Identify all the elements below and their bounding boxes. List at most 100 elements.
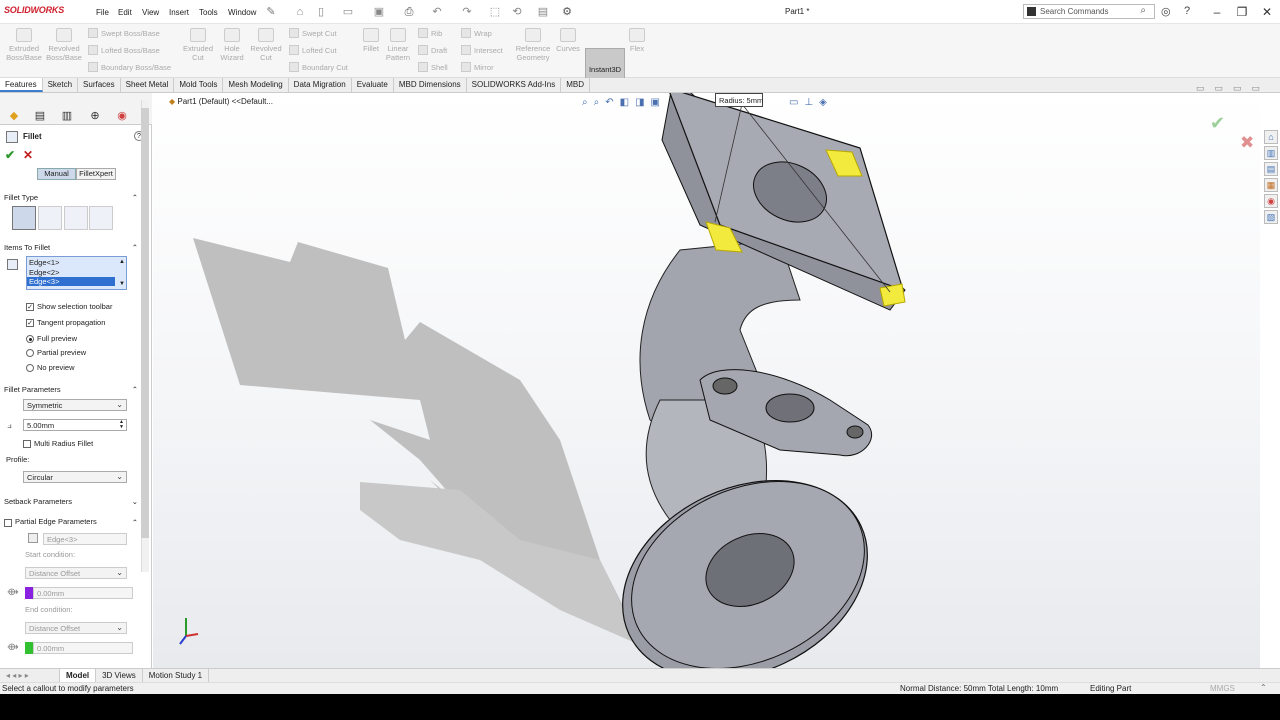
ok-checkmark-icon[interactable]: ✔ [5,148,15,162]
apply-scene-icon[interactable]: ◈ [819,97,827,108]
selected-edge-3[interactable] [879,283,906,307]
user-account-icon[interactable]: ◎ [1161,5,1171,18]
menu-edit[interactable]: Edit [118,8,132,17]
collapse-icon[interactable]: ⌃ [132,385,138,394]
variable-size-fillet-button[interactable] [38,206,62,230]
file-properties-icon[interactable]: ▤ [536,5,550,19]
collapse-icon[interactable]: ⌃ [132,243,138,252]
list-item[interactable]: Edge<1> [27,257,126,268]
partial-edge-parameters-header[interactable]: Partial Edge Parameters ⌃ [4,515,138,529]
menu-view[interactable]: View [142,8,159,17]
new-document-icon[interactable]: ▯ [314,5,328,19]
show-selection-toolbar-checkbox[interactable]: ✓ Show selection toolbar [26,302,112,312]
viewport-restore-icon[interactable]: ▭ [1215,83,1224,94]
save-icon[interactable]: ▣ [372,5,386,19]
revolved-cut-button[interactable]: Revolved Cut [248,28,284,62]
full-round-fillet-button[interactable] [89,206,113,230]
shell-button[interactable]: Shell [418,62,448,72]
pm-scrollbar-thumb[interactable] [141,108,149,538]
flex-button[interactable]: Flex [626,28,648,53]
boundary-cut-button[interactable]: Boundary Cut [289,62,348,72]
graphics-area[interactable]: ◆ Part1 (Default) <<Default... ⌕ ⌕ ↶ ◧ ◨… [153,83,1260,668]
filletxpert-mode-tab[interactable]: FilletXpert [76,168,116,180]
tangent-propagation-checkbox[interactable]: ✓ Tangent propagation [26,318,105,328]
view-palette-icon[interactable]: ▦ [1264,178,1278,192]
section-view-icon[interactable]: ◧ [620,97,629,108]
items-to-fillet-header[interactable]: Items To Fillet ⌃ [4,240,138,254]
tab-data-migration[interactable]: Data Migration [289,78,352,92]
hole-wizard-button[interactable]: Hole Wizard [216,28,248,62]
tab-evaluate[interactable]: Evaluate [352,78,394,92]
close-window-button[interactable]: ✕ [1256,3,1278,21]
manual-mode-tab[interactable]: Manual [37,168,76,180]
print-icon[interactable]: ⎙ [402,5,416,19]
symmetric-dropdown[interactable]: Symmetric ⌄ [23,399,127,411]
zoom-to-fit-icon[interactable]: ⌕ [582,97,588,108]
property-manager-icon[interactable]: ▤ [33,109,47,123]
dynamic-annotation-icon[interactable]: ◨ [635,97,644,108]
draft-button[interactable]: Draft [418,45,447,55]
display-manager-icon[interactable]: ◉ [115,109,129,123]
feature-manager-icon[interactable]: ◆ [7,109,21,123]
face-fillet-button[interactable] [64,206,88,230]
boundary-boss-button[interactable]: Boundary Boss/Base [88,62,171,72]
configuration-manager-icon[interactable]: ▥ [60,109,74,123]
undo-icon[interactable]: ↶ [430,5,444,19]
cancel-x-icon[interactable]: ✕ [23,148,33,162]
start-offset-field[interactable]: 0.00mm [33,587,133,599]
select-icon[interactable]: ⬚ [488,5,502,19]
home-icon[interactable]: ⌂ [1264,130,1278,144]
swept-boss-button[interactable]: Swept Boss/Base [88,28,160,38]
search-commands-field[interactable]: Search Commands ⌕ [1023,4,1155,19]
full-preview-radio[interactable]: Full preview [26,334,77,344]
start-condition-dropdown[interactable]: Distance Offset ⌄ [25,567,127,579]
pin-icon[interactable]: ✎ [264,5,278,19]
file-explorer-icon[interactable]: ▤ [1264,162,1278,176]
scroll-down-icon[interactable]: ▼ [119,281,125,287]
mirror-button[interactable]: Mirror [461,62,494,72]
custom-properties-icon[interactable]: ▧ [1264,210,1278,224]
feature-tree-flyout[interactable]: ◆ Part1 (Default) <<Default... [169,97,273,106]
tab-sketch[interactable]: Sketch [43,78,79,92]
hide-show-items-icon[interactable]: ⊥ [804,97,813,108]
curves-button[interactable]: Curves [554,28,582,53]
tab-solidworks-addins[interactable]: SOLIDWORKS Add-Ins [467,78,562,92]
edge-list-box[interactable]: Edge<1> Edge<2> Edge<3> ▲ ▼ [26,256,127,290]
design-library-icon[interactable]: ▥ [1264,146,1278,160]
menu-insert[interactable]: Insert [169,8,189,17]
status-units[interactable]: MMGS [1210,684,1235,693]
open-icon[interactable]: ▭ [341,5,355,19]
radius-callout[interactable]: Radius: 5mm [715,93,763,107]
menu-window[interactable]: Window [228,8,256,17]
radius-field[interactable]: 5.00mm ▲ ▼ [23,419,127,431]
collapse-icon[interactable]: ⌃ [132,518,138,527]
expand-icon[interactable]: ⌄ [132,497,138,506]
linear-pattern-button[interactable]: Linear Pattern [384,28,412,62]
zoom-to-area-icon[interactable]: ⌕ [594,97,600,108]
status-options-icon[interactable]: ⌃ [1260,683,1267,692]
fillet-type-header[interactable]: Fillet Type ⌃ [4,190,138,204]
viewport-tile-icon[interactable]: ▭ [1233,83,1242,94]
intersect-button[interactable]: Intersect [461,45,503,55]
restore-button[interactable]: ❐ [1231,3,1253,21]
list-item-selected[interactable]: Edge<3> [27,277,115,286]
options-gear-icon[interactable]: ⚙ [560,5,574,19]
fillet-parameters-header[interactable]: Fillet Parameters ⌃ [4,382,138,396]
extruded-cut-button[interactable]: Extruded Cut [180,28,216,62]
partial-preview-radio[interactable]: Partial preview [26,348,86,358]
tab-model[interactable]: Model [60,669,97,682]
tab-surfaces[interactable]: Surfaces [78,78,121,92]
tab-features[interactable]: Features [0,78,43,92]
fillet-button[interactable]: Fillet [358,28,384,53]
tab-mbd[interactable]: MBD [561,78,591,92]
help-icon[interactable]: ? [1184,5,1190,17]
menu-tools[interactable]: Tools [199,8,218,17]
tab-motion-study[interactable]: Motion Study 1 [143,669,210,682]
scroll-up-icon[interactable]: ▲ [119,259,125,265]
tab-mbd-dimensions[interactable]: MBD Dimensions [394,78,467,92]
redo-icon[interactable]: ↷ [460,5,474,19]
model-view[interactable] [153,93,1260,668]
lofted-cut-button[interactable]: Lofted Cut [289,45,337,55]
tab-3d-views[interactable]: 3D Views [96,669,143,682]
collapse-icon[interactable]: ⌃ [132,193,138,202]
